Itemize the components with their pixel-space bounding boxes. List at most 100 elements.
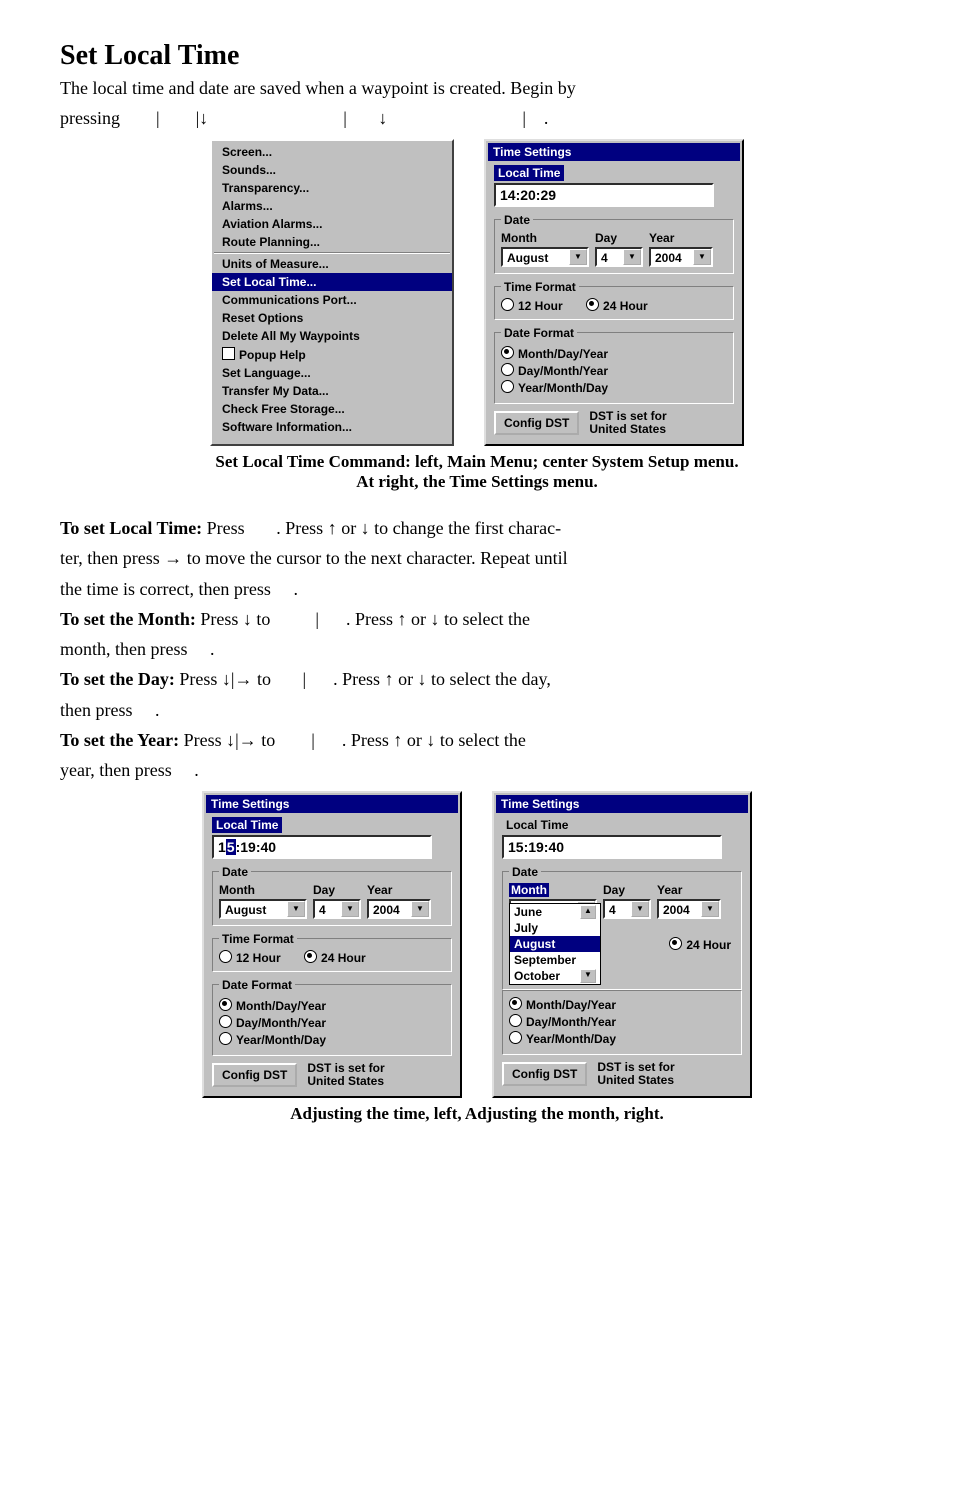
chevron-down-icon[interactable]: ▼: [631, 901, 649, 917]
menu-item[interactable]: Units of Measure...: [212, 255, 452, 273]
date-legend: Date: [501, 213, 533, 227]
menu-item-popup-help[interactable]: Popup Help: [212, 345, 452, 364]
menu-item[interactable]: Sounds...: [212, 161, 452, 179]
radio-dmy[interactable]: [509, 1014, 522, 1027]
time-format-group: Time Format 12 Hour 24 Hour: [494, 280, 734, 320]
menu-item[interactable]: Reset Options: [212, 309, 452, 327]
dialog-title: Time Settings: [496, 795, 748, 813]
month-label: Month: [501, 231, 589, 245]
figure-caption-1: Set Local Time Command: left, Main Menu;…: [60, 452, 894, 492]
day-combo[interactable]: 4▼: [313, 899, 361, 919]
menu-item[interactable]: Set Language...: [212, 364, 452, 382]
month-label: Month: [219, 883, 307, 897]
instr-local-time: To set Local Time: Press . Press ↑ or ↓ …: [60, 516, 894, 540]
local-time-label: Local Time: [212, 817, 282, 833]
radio-24hour[interactable]: [586, 298, 599, 311]
local-time-field[interactable]: 15:19:40: [502, 835, 722, 859]
radio-24hour[interactable]: [669, 937, 682, 950]
instr-year: To set the Year: Press ↓|→ to | . Press …: [60, 728, 894, 752]
chevron-down-icon[interactable]: ▼: [411, 901, 429, 917]
menu-item[interactable]: Software Information...: [212, 418, 452, 436]
date-group: Date Month August▼ June▲ July August: [502, 865, 742, 990]
local-time-label: Local Time: [502, 817, 572, 833]
month-combo[interactable]: August▼: [501, 247, 589, 267]
radio-dmy[interactable]: [501, 363, 514, 376]
day-label: Day: [603, 883, 651, 897]
menu-item[interactable]: Alarms...: [212, 197, 452, 215]
radio-mdy[interactable]: [501, 346, 514, 359]
menu-item[interactable]: Transparency...: [212, 179, 452, 197]
radio-12hour[interactable]: [219, 950, 232, 963]
radio-mdy[interactable]: [219, 998, 232, 1011]
instr-local-time-2: ter, then press → to move the cursor to …: [60, 546, 894, 570]
month-label-selected: Month: [509, 883, 597, 897]
menu-item[interactable]: Communications Port...: [212, 291, 452, 309]
instr-year-2: year, then press .: [60, 758, 894, 782]
menu-item[interactable]: Transfer My Data...: [212, 382, 452, 400]
time-settings-dialog-left: Time Settings Local Time 15:19:40 Date M…: [202, 791, 462, 1098]
month-dropdown-list[interactable]: June▲ July August September October▼: [509, 903, 601, 985]
chevron-down-icon[interactable]: ▼: [569, 249, 587, 265]
local-time-field[interactable]: 15:19:40: [212, 835, 432, 859]
year-combo[interactable]: 2004▼: [657, 899, 721, 919]
year-label: Year: [367, 883, 431, 897]
dropdown-option[interactable]: September: [510, 952, 600, 968]
intro-text-2: pressing | |↓ | ↓ | .: [60, 106, 894, 130]
radio-ymd[interactable]: [501, 380, 514, 393]
date-group: Date Month August▼ Day 4▼: [212, 865, 452, 926]
config-dst-button[interactable]: Config DST: [494, 411, 579, 435]
local-time-label: Local Time: [494, 165, 564, 181]
year-combo[interactable]: 2004▼: [649, 247, 713, 267]
radio-mdy[interactable]: [509, 997, 522, 1010]
year-combo[interactable]: 2004▼: [367, 899, 431, 919]
chevron-down-icon[interactable]: ▼: [287, 901, 305, 917]
radio-dmy[interactable]: [219, 1015, 232, 1028]
checkbox-icon[interactable]: [222, 347, 235, 360]
instr-month: To set the Month: Press ↓ to | . Press ↑…: [60, 607, 894, 631]
date-format-group: Date Format Month/Day/Year Day/Month/Yea…: [494, 326, 734, 404]
page-title: Set Local Time: [60, 40, 894, 72]
menu-item[interactable]: Check Free Storage...: [212, 400, 452, 418]
radio-ymd[interactable]: [509, 1031, 522, 1044]
chevron-down-icon[interactable]: ▼: [701, 901, 719, 917]
time-format-legend: Time Format: [501, 280, 579, 294]
scroll-down-icon[interactable]: ▼: [580, 969, 596, 983]
dst-status: DST is set for United States: [589, 410, 666, 436]
radio-ymd[interactable]: [219, 1032, 232, 1045]
date-format-group: Date Format Month/Day/Year Day/Month/Yea…: [212, 978, 452, 1056]
chevron-down-icon[interactable]: ▼: [341, 901, 359, 917]
chevron-down-icon[interactable]: ▼: [693, 249, 711, 265]
radio-12hour[interactable]: [501, 298, 514, 311]
instr-day: To set the Day: Press ↓|→ to | . Press ↑…: [60, 667, 894, 691]
dropdown-option[interactable]: July: [510, 920, 600, 936]
year-label: Year: [649, 231, 713, 245]
dropdown-option[interactable]: June▲: [510, 904, 600, 920]
dropdown-option[interactable]: October▼: [510, 968, 600, 984]
figure-caption-2: Adjusting the time, left, Adjusting the …: [60, 1104, 894, 1124]
instr-local-time-3: the time is correct, then press .: [60, 577, 894, 601]
radio-24hour[interactable]: [304, 950, 317, 963]
day-combo[interactable]: 4▼: [595, 247, 643, 267]
menu-item[interactable]: Aviation Alarms...: [212, 215, 452, 233]
system-setup-menu: Screen... Sounds... Transparency... Alar…: [210, 139, 454, 446]
time-settings-dialog-right: Time Settings Local Time 15:19:40 Date M…: [492, 791, 752, 1098]
config-dst-button[interactable]: Config DST: [212, 1063, 297, 1087]
day-label: Day: [595, 231, 643, 245]
date-legend: Date: [219, 865, 251, 879]
month-combo[interactable]: August▼: [219, 899, 307, 919]
chevron-down-icon[interactable]: ▼: [623, 249, 641, 265]
date-format-group: Month/Day/Year Day/Month/Year Year/Month…: [502, 990, 742, 1055]
menu-item[interactable]: Screen...: [212, 143, 452, 161]
dialog-title: Time Settings: [488, 143, 740, 161]
time-format-group: Time Format 12 Hour 24 Hour: [212, 932, 452, 972]
menu-item[interactable]: Route Planning...: [212, 233, 452, 251]
menu-item-set-local-time[interactable]: Set Local Time...: [212, 273, 452, 291]
day-combo[interactable]: 4▼: [603, 899, 651, 919]
scroll-up-icon[interactable]: ▲: [580, 905, 596, 919]
intro-text: The local time and date are saved when a…: [60, 76, 894, 100]
dropdown-option-selected[interactable]: August: [510, 936, 600, 952]
menu-item[interactable]: Delete All My Waypoints: [212, 327, 452, 345]
local-time-field[interactable]: 14:20:29: [494, 183, 714, 207]
time-settings-dialog: Time Settings Local Time 14:20:29 Date M…: [484, 139, 744, 446]
config-dst-button[interactable]: Config DST: [502, 1062, 587, 1086]
